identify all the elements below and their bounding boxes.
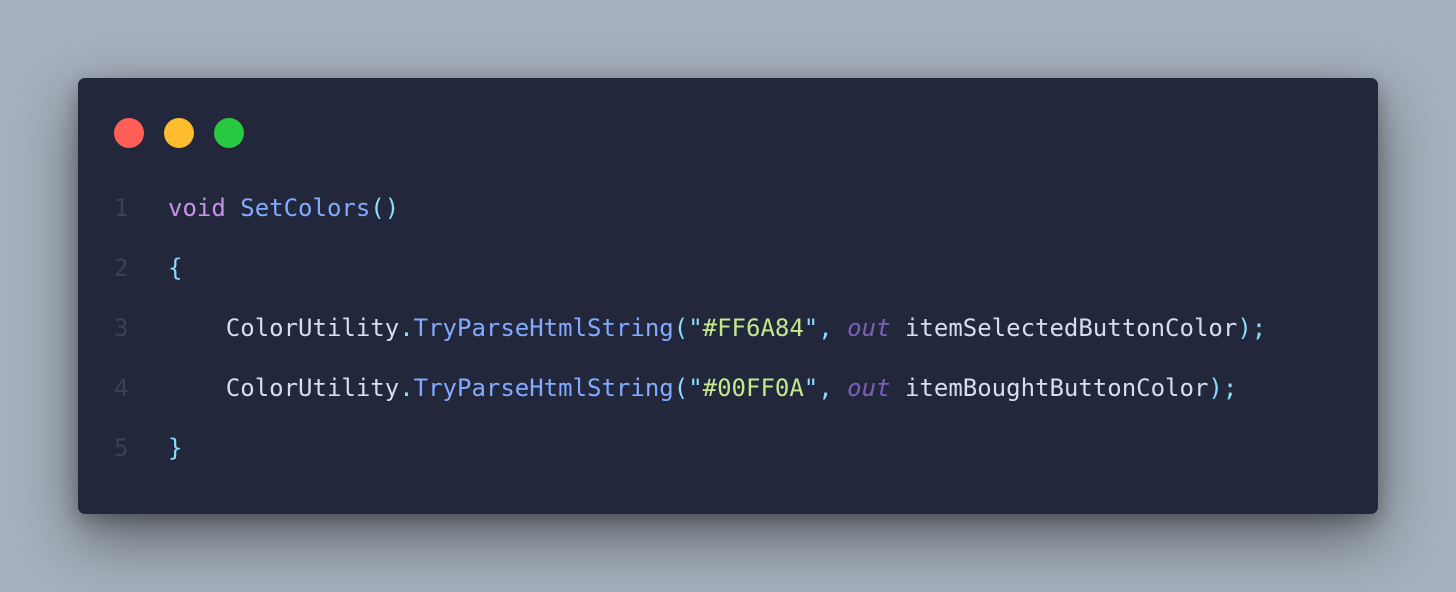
code-token: out	[847, 374, 891, 402]
code-text: {	[168, 238, 182, 298]
code-text: }	[168, 418, 182, 478]
code-window: 1 void SetColors() 2{3 ColorUtility.TryPar…	[78, 78, 1378, 514]
code-token: ,	[818, 374, 848, 402]
code-token: ()	[370, 194, 400, 222]
code-token: out	[847, 314, 891, 342]
code-line: 1 void SetColors()	[78, 178, 1378, 238]
code-block: 1 void SetColors() 2{3 ColorUtility.TryPar…	[78, 178, 1378, 478]
code-text: ColorUtility.TryParseHtmlString("#FF6A84…	[168, 298, 1266, 358]
code-token: );	[1237, 314, 1267, 342]
code-token: itemSelectedButtonColor	[904, 314, 1238, 342]
code-token: void	[168, 194, 226, 222]
line-number: 5	[114, 434, 129, 462]
code-token: {	[168, 254, 183, 282]
maximize-dot[interactable]	[214, 118, 244, 148]
code-line: 3 ColorUtility.TryParseHtmlString("#FF6A…	[78, 298, 1378, 358]
line-number: 3	[114, 314, 129, 342]
code-token: (	[673, 374, 689, 402]
window-controls	[114, 118, 244, 148]
code-token: (	[673, 314, 689, 342]
close-dot[interactable]	[114, 118, 144, 148]
code-token: TryParseHtmlString	[413, 314, 674, 342]
code-token: }	[168, 434, 183, 462]
code-token: #FF6A84	[702, 314, 804, 342]
code-token: .	[399, 314, 414, 342]
code-line: 4 ColorUtility.TryParseHtmlString("#00FF…	[78, 358, 1378, 418]
code-text: void SetColors()	[168, 178, 399, 238]
code-token: ,	[818, 314, 848, 342]
code-token: );	[1208, 374, 1238, 402]
line-number: 1	[114, 194, 129, 222]
code-token: "	[688, 374, 703, 402]
code-token: ColorUtility	[225, 374, 400, 402]
line-number: 4	[114, 374, 129, 402]
code-text: ColorUtility.TryParseHtmlString("#00FF0A…	[168, 358, 1238, 418]
code-token: .	[399, 374, 414, 402]
code-line: 2{	[78, 238, 1378, 298]
code-line: 5}	[78, 418, 1378, 478]
code-token: "	[688, 314, 703, 342]
code-token: "	[803, 374, 819, 402]
code-token: itemBoughtButtonColor	[904, 374, 1209, 402]
code-token: TryParseHtmlString	[413, 374, 674, 402]
code-token: SetColors	[240, 194, 371, 222]
minimize-dot[interactable]	[164, 118, 194, 148]
code-token: "	[803, 314, 819, 342]
code-token: #00FF0A	[702, 374, 804, 402]
line-number: 2	[114, 254, 129, 282]
code-token: ColorUtility	[225, 314, 400, 342]
